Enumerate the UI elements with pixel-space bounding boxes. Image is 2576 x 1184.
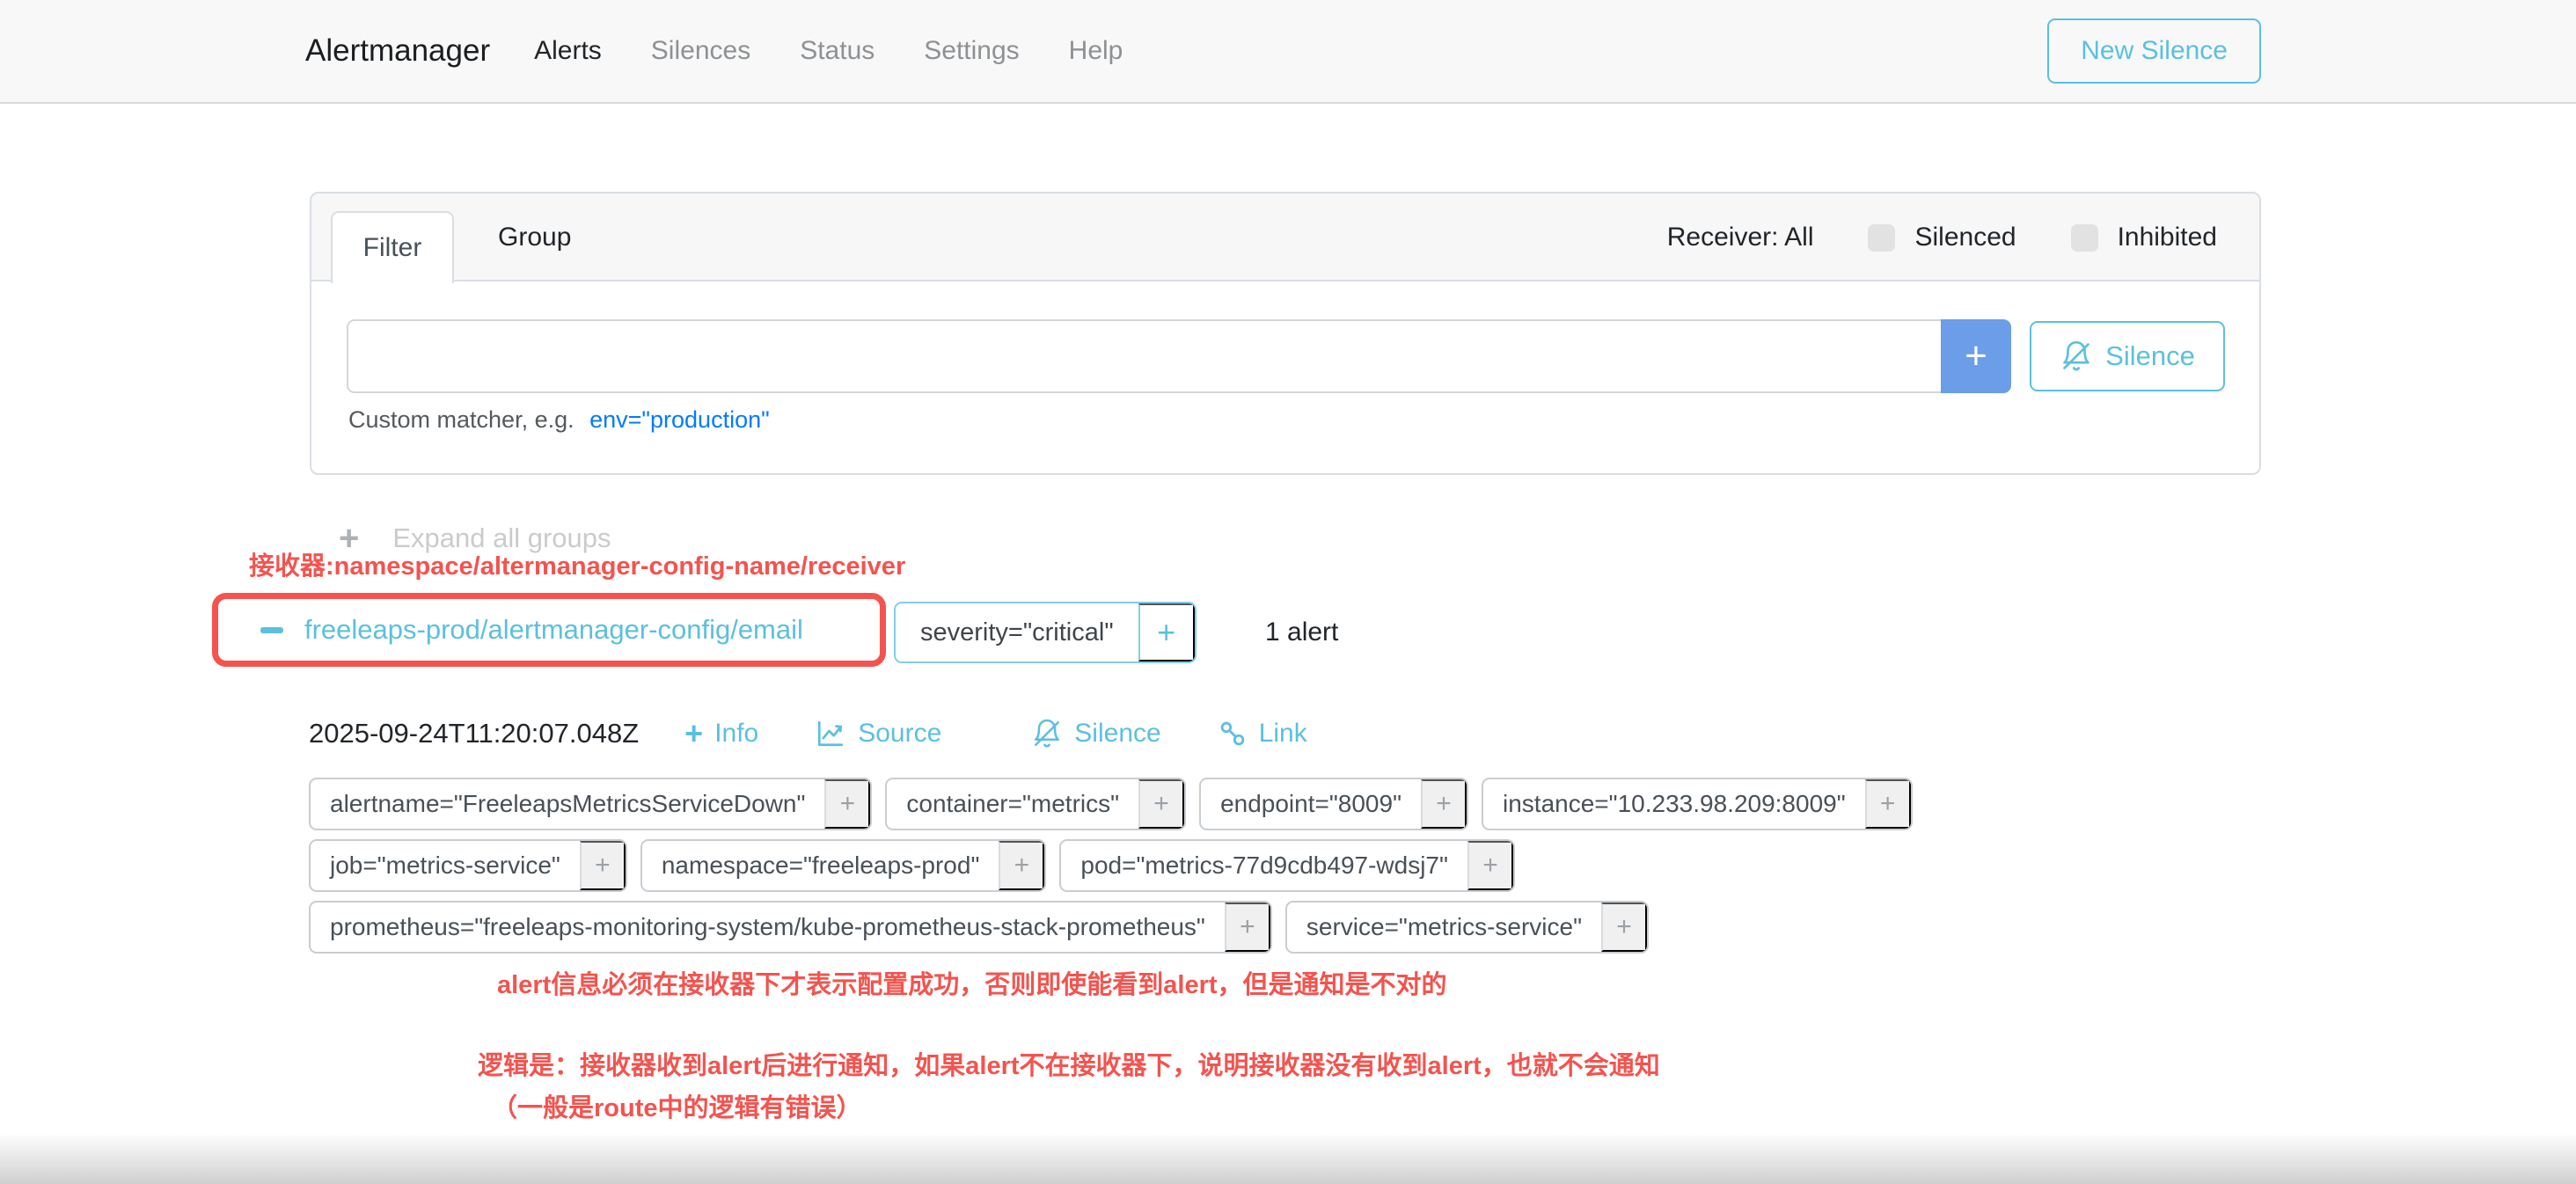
- add-matcher-button[interactable]: +: [1941, 319, 2011, 393]
- group-matcher-chip: severity="critical" +: [894, 602, 1197, 663]
- silenced-filter: Silenced: [1868, 223, 2016, 252]
- silence-button[interactable]: Silence: [2030, 321, 2225, 391]
- label-text[interactable]: namespace="freeleaps-prod": [642, 841, 999, 890]
- link-icon: [1218, 719, 1248, 749]
- chart-line-icon: [815, 718, 846, 749]
- annotation-receiver-note: 接收器:namespace/altermanager-config-name/r…: [249, 545, 905, 582]
- label-add-button[interactable]: +: [1467, 841, 1513, 890]
- tab-group[interactable]: Group: [477, 194, 592, 281]
- inhibited-filter: Inhibited: [2071, 223, 2217, 252]
- alert-source-label: Source: [858, 719, 941, 749]
- main-nav: Alerts Silences Status Settings Help: [534, 36, 1123, 66]
- annotation-logic-note-line2: （一般是route中的逻辑有错误）: [478, 1087, 1660, 1129]
- matcher-input[interactable]: [347, 319, 1941, 393]
- alert-label-tag: alertname="FreeleapsMetricsServiceDown" …: [309, 778, 872, 830]
- alert-timestamp: 2025-09-24T11:20:07.048Z: [309, 718, 639, 749]
- annotation-logic-note-line1: 逻辑是：接收器收到alert后进行通知，如果alert不在接收器下，说明接收器没…: [478, 1045, 1660, 1087]
- filter-panel-body: + Silence Custom matcher, e.g. env="prod…: [311, 281, 2259, 475]
- silenced-label: Silenced: [1914, 223, 2016, 252]
- label-text[interactable]: pod="metrics-77d9cdb497-wdsj7": [1061, 841, 1467, 890]
- label-text[interactable]: container="metrics": [887, 779, 1138, 829]
- alert-silence-label: Silence: [1074, 719, 1160, 749]
- silenced-checkbox[interactable]: [1868, 224, 1895, 252]
- inhibited-label: Inhibited: [2118, 223, 2217, 252]
- inhibited-checkbox[interactable]: [2071, 224, 2098, 252]
- filter-panel-header: Filter Group Receiver: All Silenced Inhi…: [311, 194, 2259, 281]
- annotation-highlight-box: freeleaps-prod/alertmanager-config/email: [212, 593, 886, 667]
- alert-source-link[interactable]: Source: [815, 718, 941, 749]
- label-text[interactable]: job="metrics-service": [311, 841, 580, 890]
- brand-link[interactable]: Alertmanager: [305, 33, 490, 69]
- alert-label-tag: job="metrics-service" +: [309, 839, 627, 892]
- navbar: Alertmanager Alerts Silences Status Sett…: [0, 0, 2576, 104]
- bottom-shadow: [0, 1133, 2576, 1184]
- alert-info-label: Info: [714, 719, 758, 749]
- label-text[interactable]: instance="10.233.98.209:8009": [1483, 779, 1865, 829]
- nav-settings[interactable]: Settings: [924, 36, 1019, 66]
- alert-label-tag: prometheus="freeleaps-monitoring-system/…: [309, 901, 1272, 954]
- alert-count: 1 alert: [1265, 602, 1338, 663]
- group-matcher-add-button[interactable]: +: [1138, 603, 1195, 661]
- label-add-button[interactable]: +: [1421, 779, 1467, 829]
- custom-matcher-hint-text: Custom matcher, e.g.: [348, 406, 574, 433]
- alert-info-button[interactable]: + Info: [684, 718, 758, 749]
- label-add-button[interactable]: +: [1138, 779, 1184, 829]
- alertmanager-page: Alertmanager Alerts Silences Status Sett…: [0, 0, 2576, 1184]
- filter-panel: Filter Group Receiver: All Silenced Inhi…: [310, 192, 2261, 475]
- label-text[interactable]: alertname="FreeleapsMetricsServiceDown": [311, 779, 824, 829]
- annotation-logic-note: 逻辑是：接收器收到alert后进行通知，如果alert不在接收器下，说明接收器没…: [478, 1045, 1660, 1129]
- nav-help[interactable]: Help: [1069, 36, 1123, 66]
- alert-link-button[interactable]: Link: [1218, 719, 1307, 749]
- alert-link-label: Link: [1259, 719, 1307, 749]
- alert-label-tag: service="metrics-service" +: [1285, 901, 1649, 954]
- matcher-example-link[interactable]: env="production": [589, 406, 770, 433]
- label-text[interactable]: endpoint="8009": [1201, 779, 1421, 829]
- bell-slash-icon: [2060, 340, 2093, 373]
- silence-button-label: Silence: [2105, 340, 2195, 372]
- label-add-button[interactable]: +: [824, 779, 870, 829]
- matcher-input-group: +: [347, 319, 2011, 393]
- alert-label-tag: instance="10.233.98.209:8009" +: [1482, 778, 1913, 830]
- nav-status[interactable]: Status: [800, 36, 875, 66]
- label-add-button[interactable]: +: [1601, 903, 1647, 952]
- custom-matcher-hint: Custom matcher, e.g. env="production": [348, 406, 770, 434]
- annotation-alert-note: alert信息必须在接收器下才表示配置成功，否则即使能看到alert，但是通知是…: [497, 964, 1447, 1001]
- receiver-filter[interactable]: Receiver: All: [1667, 223, 1814, 252]
- filter-options: Receiver: All Silenced Inhibited: [1667, 194, 2217, 281]
- alert-silence-button[interactable]: Silence: [1031, 718, 1160, 749]
- alert-header-row: 2025-09-24T11:20:07.048Z + Info Source: [309, 713, 1364, 755]
- new-silence-button[interactable]: New Silence: [2047, 18, 2261, 84]
- label-add-button[interactable]: +: [1225, 903, 1270, 952]
- tab-filter[interactable]: Filter: [331, 211, 454, 283]
- collapse-minus-icon: [260, 627, 283, 633]
- nav-alerts[interactable]: Alerts: [534, 36, 602, 66]
- alert-label-tag: pod="metrics-77d9cdb497-wdsj7" +: [1059, 839, 1515, 892]
- alert-label-tag: namespace="freeleaps-prod" +: [640, 839, 1047, 892]
- bell-slash-icon: [1031, 718, 1063, 749]
- alert-label-tag: container="metrics" +: [885, 778, 1186, 830]
- label-add-button[interactable]: +: [580, 841, 626, 890]
- label-add-button[interactable]: +: [999, 841, 1044, 890]
- label-text[interactable]: prometheus="freeleaps-monitoring-system/…: [311, 903, 1225, 952]
- group-matcher-label[interactable]: severity="critical": [896, 603, 1138, 661]
- label-text[interactable]: service="metrics-service": [1287, 903, 1601, 952]
- alert-label-tag: endpoint="8009" +: [1199, 778, 1468, 830]
- nav-silences[interactable]: Silences: [651, 36, 750, 66]
- plus-icon: +: [684, 718, 703, 749]
- receiver-group-link[interactable]: freeleaps-prod/alertmanager-config/email: [304, 614, 803, 646]
- alert-labels: alertname="FreeleapsMetricsServiceDown" …: [309, 778, 1989, 954]
- label-add-button[interactable]: +: [1865, 779, 1911, 829]
